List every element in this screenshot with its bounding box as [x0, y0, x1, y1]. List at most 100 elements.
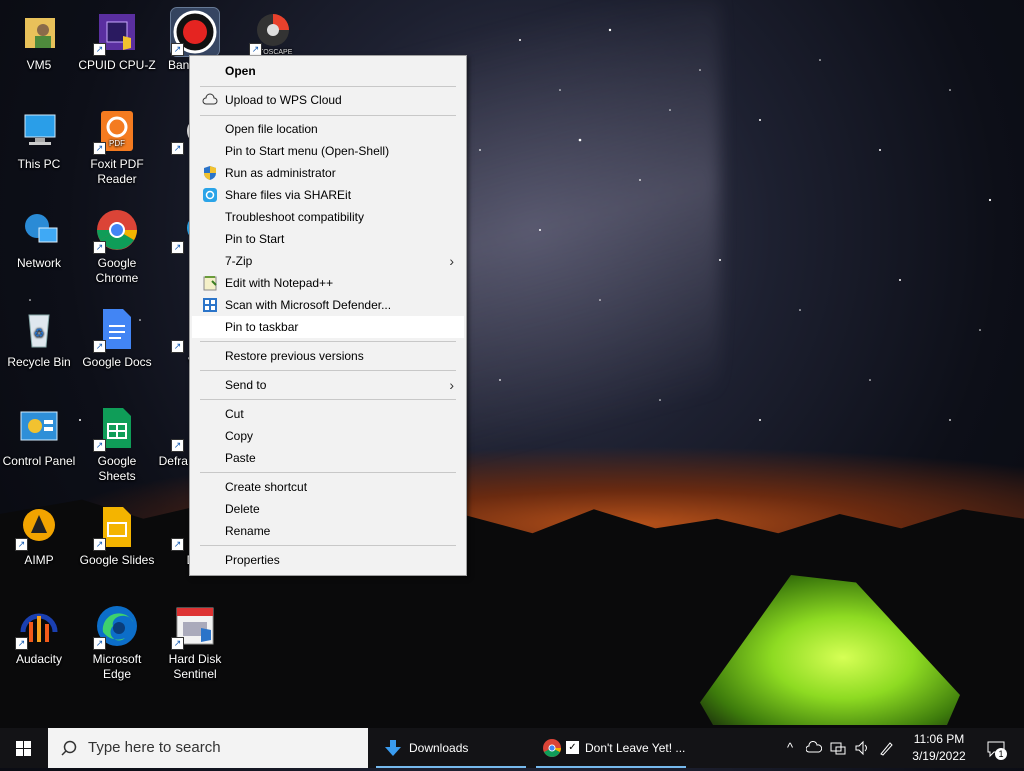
shortcut-arrow-icon: ↗: [171, 43, 184, 56]
recycle-bin-icon: ♻: [15, 305, 63, 353]
clock-time: 11:06 PM: [913, 732, 965, 746]
shortcut-arrow-icon: ↗: [171, 637, 184, 650]
bandicam-record-icon: ↗: [170, 7, 220, 57]
menu-separator: [200, 370, 456, 371]
menu-item-pin-to-taskbar[interactable]: Pin to taskbar: [192, 316, 464, 338]
photoscape-icon: OTOSCAPE ↗: [249, 8, 297, 56]
context-menu: Open Upload to WPS Cloud Open file locat…: [189, 55, 467, 576]
desktop-icon-control-panel[interactable]: Control Panel: [0, 404, 78, 469]
pen-ink-icon[interactable]: [878, 740, 894, 756]
foxit-pdf-icon: PDF ↗: [93, 107, 141, 155]
menu-separator: [200, 341, 456, 342]
menu-item-upload-wps-cloud[interactable]: Upload to WPS Cloud: [192, 89, 464, 111]
hard-disk-sentinel-icon: ↗: [171, 602, 219, 650]
shortcut-arrow-icon: ↗: [93, 142, 106, 155]
desktop-icon-google-docs[interactable]: ↗ Google Docs: [78, 305, 156, 370]
desktop-icon-google-slides[interactable]: ↗ Google Slides: [78, 503, 156, 568]
clock[interactable]: 11:06 PM 3/19/2022: [904, 731, 974, 765]
clock-date: 3/19/2022: [912, 749, 966, 763]
menu-item-run-as-admin[interactable]: Run as administrator: [192, 162, 464, 184]
shortcut-arrow-icon: ↗: [93, 340, 106, 353]
menu-item-copy[interactable]: Copy: [192, 425, 464, 447]
user-folder-icon: [15, 8, 63, 56]
chrome-icon: ↗: [93, 206, 141, 254]
shortcut-arrow-icon: ↗: [15, 538, 28, 551]
menu-item-shareit[interactable]: Share files via SHAREit: [192, 184, 464, 206]
shortcut-arrow-icon: ↗: [171, 241, 184, 254]
desktop-icon-audacity[interactable]: ↗ Audacity: [0, 602, 78, 667]
taskbar-search-box[interactable]: Type here to search: [48, 728, 368, 768]
desktop-icon-aimp[interactable]: ↗ AIMP: [0, 503, 78, 568]
shortcut-arrow-icon: ↗: [93, 241, 106, 254]
svg-text:PDF: PDF: [109, 139, 125, 148]
onedrive-cloud-icon[interactable]: [805, 740, 823, 756]
menu-item-pin-start-open-shell[interactable]: Pin to Start menu (Open-Shell): [192, 140, 464, 162]
menu-item-restore-versions[interactable]: Restore previous versions: [192, 345, 464, 367]
shortcut-arrow-icon: ↗: [93, 538, 106, 551]
menu-item-create-shortcut[interactable]: Create shortcut: [192, 476, 464, 498]
shortcut-arrow-icon: ↗: [171, 439, 184, 452]
taskbar-app-chrome[interactable]: ✓ Don't Leave Yet! ...: [536, 728, 686, 768]
svg-text:♻: ♻: [34, 326, 45, 340]
network-icon[interactable]: [830, 740, 846, 756]
download-arrow-icon: [385, 740, 401, 756]
menu-item-properties[interactable]: Properties: [192, 549, 464, 571]
menu-item-open[interactable]: Open: [192, 60, 464, 82]
menu-item-7zip[interactable]: 7-Zip ›: [192, 250, 464, 272]
google-sheets-icon: ↗: [93, 404, 141, 452]
menu-item-notepad-plus[interactable]: Edit with Notepad++: [192, 272, 464, 294]
submenu-chevron-icon: ›: [449, 253, 454, 269]
aimp-icon: ↗: [15, 503, 63, 551]
shortcut-arrow-icon: ↗: [15, 637, 28, 650]
network-icon: [15, 206, 63, 254]
menu-separator: [200, 115, 456, 116]
desktop-icon-chrome[interactable]: ↗ Google Chrome: [78, 206, 156, 286]
menu-item-defender-scan[interactable]: Scan with Microsoft Defender...: [192, 294, 464, 316]
audacity-icon: ↗: [15, 602, 63, 650]
menu-separator: [200, 472, 456, 473]
taskbar-app-downloads[interactable]: Downloads: [376, 728, 526, 768]
uac-shield-icon: [202, 165, 218, 181]
menu-separator: [200, 86, 456, 87]
submenu-chevron-icon: ›: [449, 377, 454, 393]
desktop-icon-cpu-z[interactable]: ↗ CPUID CPU-Z: [78, 8, 156, 73]
start-button[interactable]: [0, 728, 48, 768]
menu-item-troubleshoot[interactable]: Troubleshoot compatibility: [192, 206, 464, 228]
desktop-icon-google-sheets[interactable]: ↗ Google Sheets: [78, 404, 156, 484]
taskbar: Type here to search Downloads ✓ Don't Le…: [0, 728, 1024, 768]
shortcut-arrow-icon: ↗: [171, 340, 184, 353]
menu-item-open-file-location[interactable]: Open file location: [192, 118, 464, 140]
menu-item-paste[interactable]: Paste: [192, 447, 464, 469]
desktop-icon-hard-disk-sentinel[interactable]: ↗ Hard Disk Sentinel: [156, 602, 234, 682]
desktop-icon-network[interactable]: Network: [0, 206, 78, 271]
edge-icon: ↗: [93, 602, 141, 650]
desktop-icon-foxit[interactable]: PDF ↗ Foxit PDF Reader: [78, 107, 156, 187]
desktop-icon-recycle-bin[interactable]: ♻ Recycle Bin: [0, 305, 78, 370]
desktop-icon-vm5[interactable]: VM5: [0, 8, 78, 73]
checkbox-favicon-icon: ✓: [566, 741, 579, 754]
menu-item-cut[interactable]: Cut: [192, 403, 464, 425]
desktop-icon-this-pc[interactable]: This PC: [0, 107, 78, 172]
show-hidden-icons-chevron-icon[interactable]: ^: [782, 740, 798, 756]
shortcut-arrow-icon: ↗: [93, 43, 106, 56]
menu-item-delete[interactable]: Delete: [192, 498, 464, 520]
menu-item-pin-to-start[interactable]: Pin to Start: [192, 228, 464, 250]
desktop-icon-edge[interactable]: ↗ Microsoft Edge: [78, 602, 156, 682]
search-icon: [61, 740, 77, 756]
menu-item-send-to[interactable]: Send to ›: [192, 374, 464, 396]
shortcut-arrow-icon: ↗: [171, 142, 184, 155]
google-slides-icon: ↗: [93, 503, 141, 551]
shortcut-arrow-icon: ↗: [93, 439, 106, 452]
notepad-plus-icon: [202, 275, 218, 291]
cpu-z-icon: ↗: [93, 8, 141, 56]
defender-shield-icon: [202, 297, 218, 313]
notification-center-icon[interactable]: 1: [986, 740, 1008, 760]
cloud-icon: [202, 92, 218, 108]
menu-item-rename[interactable]: Rename: [192, 520, 464, 542]
computer-icon: [15, 107, 63, 155]
control-panel-icon: [15, 404, 63, 452]
shortcut-arrow-icon: ↗: [93, 637, 106, 650]
chrome-icon: [543, 739, 561, 757]
volume-icon[interactable]: [854, 740, 870, 756]
desktop-icon-photoscape[interactable]: OTOSCAPE ↗: [234, 8, 312, 58]
